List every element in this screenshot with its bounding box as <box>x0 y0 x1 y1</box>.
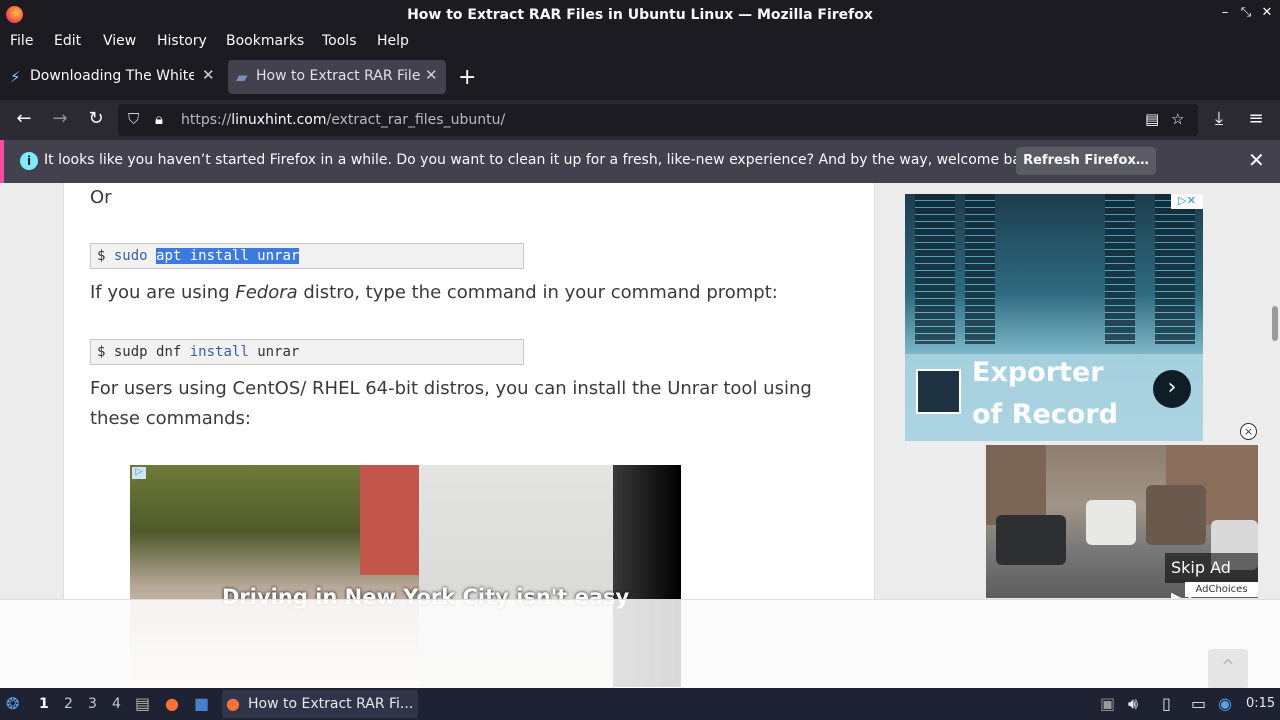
workspace-1[interactable]: 1 <box>39 696 49 712</box>
server-rack <box>915 194 955 344</box>
back-icon[interactable]: ← <box>12 108 36 129</box>
adchoices-icon[interactable]: ▷✕ <box>1171 194 1203 209</box>
menu-bar: File Edit View History Bookmarks Tools H… <box>0 30 1280 54</box>
workspace-3[interactable]: 3 <box>88 696 97 712</box>
code-prompt: $ <box>97 248 106 264</box>
menu-help[interactable]: Help <box>377 33 409 49</box>
reload-icon[interactable]: ↻ <box>84 108 108 129</box>
menu-edit[interactable]: Edit <box>54 33 81 49</box>
tray-updates-icon[interactable]: ▣ <box>1100 694 1115 713</box>
menu-history[interactable]: History <box>157 33 207 49</box>
taskbar-task-firefox[interactable]: ● How to Extract RAR Fi... <box>222 690 418 718</box>
close-tab-icon[interactable]: ✕ <box>202 66 215 84</box>
url-bar[interactable]: ⛉ 🔒︎ https://linuxhint.com/extract_rar_f… <box>118 104 1198 136</box>
page-content: Or $ sudo apt install unrar If you are u… <box>0 183 1280 688</box>
clock: 0:15 <box>1246 696 1276 711</box>
downloads-icon[interactable]: ⤓ <box>1207 108 1231 129</box>
chevron-right-icon[interactable]: › <box>1153 370 1191 408</box>
navigation-bar: ← → ↻ ⛉ 🔒︎ https://linuxhint.com/extract… <box>0 100 1280 140</box>
display-icon[interactable]: ▭ <box>1191 694 1206 713</box>
close-window-icon[interactable]: ✕ <box>1258 5 1276 20</box>
window-title: How to Extract RAR Files in Ubuntu Linux… <box>407 7 873 23</box>
notes-icon[interactable]: ▯ <box>1162 694 1171 713</box>
server-rack <box>1105 194 1135 344</box>
volume-icon[interactable]: 🔊︎ <box>1128 694 1138 714</box>
minimize-icon[interactable]: – <box>1216 5 1234 20</box>
code-keyword: install <box>189 344 249 360</box>
notification-bar: i It looks like you haven’t started Fire… <box>0 140 1280 183</box>
task-label: How to Extract RAR Fi... <box>248 696 414 712</box>
scroll-to-top-button[interactable]: ⌃ <box>1208 649 1248 688</box>
bookmark-star-icon[interactable]: ☆ <box>1171 110 1184 128</box>
menu-file[interactable]: File <box>10 33 33 49</box>
tab-label: How to Extract RAR Files <box>256 68 420 84</box>
menu-bookmarks[interactable]: Bookmarks <box>226 33 304 49</box>
ad-exporter-of-record[interactable]: ▷✕ Exporter of Record › <box>905 194 1203 441</box>
restore-icon[interactable]: ⤡ <box>1237 5 1255 20</box>
fedora-paragraph: If you are using Fedora distro, type the… <box>90 282 778 303</box>
menu-tools[interactable]: Tools <box>322 33 357 49</box>
close-tab-icon[interactable]: ✕ <box>425 66 438 84</box>
skip-ad-button[interactable]: Skip Ad ▶❙ <box>1165 553 1258 598</box>
centos-paragraph-line1: For users using CentOS/ RHEL 64-bit dist… <box>90 378 812 399</box>
adchoices-label[interactable]: AdChoices <box>1185 582 1258 597</box>
close-notification-icon[interactable]: ✕ <box>1248 148 1265 172</box>
file-manager-icon[interactable]: ▤ <box>135 694 150 713</box>
code-block-apt[interactable]: $ sudo apt install unrar <box>90 243 524 269</box>
hamburger-menu-icon[interactable]: ≡ <box>1244 108 1268 129</box>
site-favicon-icon: ▰ <box>236 68 248 86</box>
or-text: Or <box>90 187 112 208</box>
forward-icon[interactable]: → <box>48 108 72 129</box>
taskbar: ❂ 1 2 3 4 ▤ ● ■ ● How to Extract RAR Fi.… <box>0 688 1280 720</box>
code-prompt: $ <box>97 344 106 360</box>
bolt-icon: ⚡ <box>10 68 21 86</box>
van <box>1086 500 1136 545</box>
car <box>996 515 1066 565</box>
tab-strip: ⚡ Downloading The White ✕ ▰ How to Extra… <box>0 54 1280 100</box>
adchoices-icon[interactable]: ▷ <box>132 467 146 479</box>
reader-view-icon[interactable]: ▤ <box>1145 110 1159 128</box>
lock-icon[interactable]: 🔒︎ <box>155 110 163 128</box>
info-icon: i <box>20 152 38 170</box>
code-command: sudp dnf <box>113 344 182 360</box>
workspace-2[interactable]: 2 <box>64 696 73 712</box>
tab-extract-rar[interactable]: ▰ How to Extract RAR Files ✕ <box>228 60 446 94</box>
firefox-icon: ● <box>226 694 240 713</box>
workspace-4[interactable]: 4 <box>112 696 121 712</box>
server-rack <box>1155 194 1195 344</box>
start-menu-icon[interactable]: ❂ <box>6 694 19 713</box>
scrollbar[interactable] <box>1270 183 1280 688</box>
video-ad-street[interactable]: Skip Ad ▶❙ AdChoices <box>986 445 1258 598</box>
code-block-dnf[interactable]: $ sudp dnf install unrar <box>90 339 524 365</box>
new-tab-icon[interactable]: + <box>458 65 476 90</box>
url-text[interactable]: https://linuxhint.com/extract_rar_files_… <box>181 112 505 128</box>
video-frame-door <box>360 465 420 575</box>
menu-view[interactable]: View <box>103 33 136 49</box>
selected-code-text: apt install unrar <box>156 248 300 264</box>
code-command: sudo <box>113 248 148 264</box>
window-titlebar: How to Extract RAR Files in Ubuntu Linux… <box>0 0 1280 30</box>
ad-headline: Exporter of Record <box>972 357 1118 430</box>
truck <box>1146 485 1206 545</box>
scrollbar-thumb[interactable] <box>1272 306 1278 341</box>
notification-message: It looks like you haven’t started Firefo… <box>44 152 1043 168</box>
firefox-launcher-icon[interactable]: ● <box>165 694 179 713</box>
tab-downloading[interactable]: ⚡ Downloading The White ✕ <box>2 60 224 94</box>
refresh-firefox-button[interactable]: Refresh Firefox… <box>1016 147 1156 175</box>
tab-label: Downloading The White <box>30 68 194 84</box>
centos-paragraph-line2: these commands: <box>90 408 251 429</box>
server-rack <box>965 194 995 344</box>
close-ad-icon[interactable]: × <box>1240 423 1257 440</box>
shield-icon[interactable]: ⛉ <box>128 110 139 128</box>
sticky-ad-bar <box>0 599 1280 688</box>
building <box>986 445 1046 525</box>
advertiser-logo <box>916 369 961 414</box>
terminal-icon[interactable]: ■ <box>194 694 209 713</box>
code-arg: unrar <box>257 344 300 360</box>
notification-tray-icon[interactable]: ◉ <box>1218 694 1232 713</box>
